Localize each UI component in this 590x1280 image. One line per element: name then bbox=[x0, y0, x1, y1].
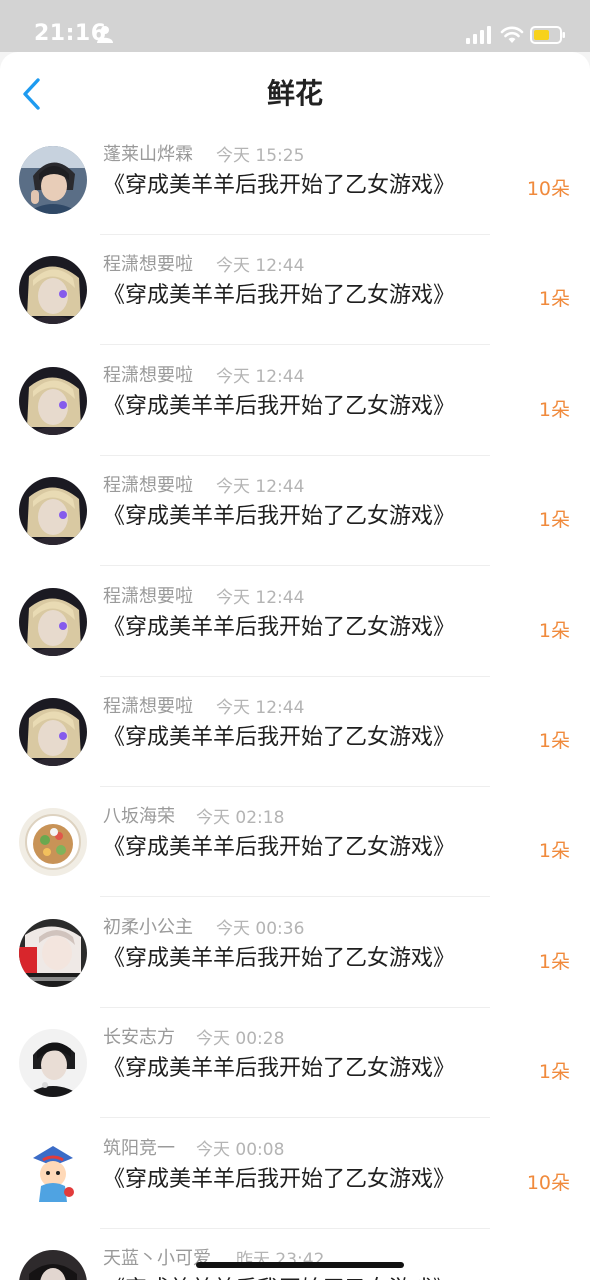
list-item[interactable]: 程潇想要啦 今天 12:44 《穿成美羊羊后我开始了乙女游戏》 1朵 bbox=[0, 346, 590, 456]
book-title[interactable]: 《穿成美羊羊后我开始了乙女游戏》 bbox=[103, 723, 455, 753]
avatar[interactable] bbox=[19, 256, 87, 325]
wifi-icon bbox=[500, 26, 524, 43]
status-bar: 21:16 bbox=[0, 0, 590, 52]
avatar[interactable] bbox=[19, 698, 87, 766]
post-time: 今天 12:44 bbox=[216, 587, 305, 608]
post-time: 今天 12:44 bbox=[216, 256, 305, 277]
post-time: 今天 15:25 bbox=[216, 146, 305, 166]
user-name[interactable]: 筑阳竞一 bbox=[103, 1138, 175, 1160]
list-item[interactable]: 程潇想要啦 今天 12:44 《穿成美羊羊后我开始了乙女游戏》 1朵 bbox=[0, 235, 590, 346]
flower-count: 10朵 bbox=[526, 1171, 570, 1194]
book-title[interactable]: 《穿成美羊羊后我开始了乙女游戏》 bbox=[103, 1275, 455, 1280]
flower-count: 1朵 bbox=[538, 950, 570, 973]
avatar[interactable] bbox=[19, 1029, 87, 1098]
list-item[interactable]: 八坂海荣 今天 02:18 《穿成美羊羊后我开始了乙女游戏》 1朵 bbox=[0, 787, 590, 898]
person-icon bbox=[97, 26, 113, 43]
book-title[interactable]: 《穿成美羊羊后我开始了乙女游戏》 bbox=[103, 833, 455, 863]
avatar[interactable] bbox=[19, 366, 87, 435]
flower-count: 1朵 bbox=[538, 398, 570, 421]
list-item[interactable]: 程潇想要啦 今天 12:44 《穿成美羊羊后我开始了乙女游戏》 1朵 bbox=[0, 456, 590, 567]
user-name[interactable]: 程潇想要啦 bbox=[103, 475, 193, 497]
user-name[interactable]: 初柔小公主 bbox=[103, 917, 193, 939]
user-name[interactable]: 程潇想要啦 bbox=[103, 696, 193, 718]
list-item[interactable]: 筑阳竞一 今天 00:08 《穿成美羊羊后我开始了乙女游戏》 10朵 bbox=[0, 1119, 590, 1229]
flower-count: 1朵 bbox=[538, 509, 570, 532]
flower-count: 1朵 bbox=[538, 288, 570, 311]
list-item[interactable]: 程潇想要啦 今天 12:44 《穿成美羊羊后我开始了乙女游戏》 1朵 bbox=[0, 567, 590, 677]
flower-count: 1朵 bbox=[538, 840, 570, 863]
book-title[interactable]: 《穿成美羊羊后我开始了乙女游戏》 bbox=[103, 613, 455, 643]
book-title[interactable]: 《穿成美羊羊后我开始了乙女游戏》 bbox=[103, 502, 455, 532]
list-item[interactable]: 长安志方 今天 00:28 《穿成美羊羊后我开始了乙女游戏》 1朵 bbox=[0, 1008, 590, 1119]
list-item[interactable]: 初柔小公主 今天 00:36 《穿成美羊羊后我开始了乙女游戏》 1朵 bbox=[0, 898, 590, 1008]
post-time: 今天 00:28 bbox=[196, 1029, 285, 1050]
flower-list: 蓬莱山烨霖 今天 15:25 《穿成美羊羊后我开始了乙女游戏》 10朵 程潇想要啦 今天… bbox=[0, 128, 590, 1280]
user-name[interactable]: 八坂海荣 bbox=[103, 806, 175, 828]
avatar[interactable] bbox=[19, 146, 87, 214]
flower-count: 10朵 bbox=[526, 178, 570, 200]
user-name[interactable]: 蓬莱山烨霖 bbox=[103, 144, 193, 166]
book-title[interactable]: 《穿成美羊羊后我开始了乙女游戏》 bbox=[103, 1165, 455, 1195]
post-time: 今天 12:44 bbox=[216, 366, 305, 387]
signal-icon bbox=[466, 26, 491, 44]
user-name[interactable]: 程潇想要啦 bbox=[103, 586, 193, 608]
battery-icon bbox=[530, 26, 565, 44]
flower-count: 1朵 bbox=[538, 1061, 570, 1084]
post-time: 今天 12:44 bbox=[216, 477, 305, 498]
flower-count: 1朵 bbox=[538, 730, 570, 752]
avatar[interactable] bbox=[19, 587, 87, 656]
post-time: 今天 12:44 bbox=[216, 698, 305, 718]
book-title[interactable]: 《穿成美羊羊后我开始了乙女游戏》 bbox=[103, 1054, 455, 1084]
avatar[interactable] bbox=[19, 1250, 87, 1280]
avatar[interactable] bbox=[19, 918, 87, 987]
avatar[interactable] bbox=[19, 1139, 87, 1208]
book-title[interactable]: 《穿成美羊羊后我开始了乙女游戏》 bbox=[103, 944, 455, 974]
home-indicator[interactable] bbox=[196, 1262, 404, 1268]
flower-count: 1朵 bbox=[538, 619, 570, 642]
book-title[interactable]: 《穿成美羊羊后我开始了乙女游戏》 bbox=[103, 281, 455, 311]
avatar[interactable] bbox=[19, 808, 87, 877]
list-item[interactable]: 程潇想要啦 今天 12:44 《穿成美羊羊后我开始了乙女游戏》 1朵 bbox=[0, 677, 590, 787]
user-name[interactable]: 长安志方 bbox=[103, 1027, 175, 1049]
post-time: 今天 02:18 bbox=[196, 808, 285, 829]
user-name[interactable]: 程潇想要啦 bbox=[103, 365, 193, 387]
list-item[interactable]: 天蓝丶小可爱昨天 23:42《穿成美羊羊后我开始了乙女游戏》1朵 bbox=[0, 1229, 590, 1280]
post-time: 今天 00:36 bbox=[216, 918, 305, 939]
post-time: 今天 00:08 bbox=[196, 1139, 285, 1160]
avatar[interactable] bbox=[19, 477, 87, 546]
book-title[interactable]: 《穿成美羊羊后我开始了乙女游戏》 bbox=[103, 171, 455, 201]
user-name[interactable]: 程潇想要啦 bbox=[103, 254, 193, 276]
book-title[interactable]: 《穿成美羊羊后我开始了乙女游戏》 bbox=[103, 392, 455, 422]
nav-bar: 鲜花 bbox=[0, 52, 590, 128]
user-name[interactable]: 天蓝丶小可爱 bbox=[103, 1248, 211, 1270]
list-item[interactable]: 蓬莱山烨霖 今天 15:25 《穿成美羊羊后我开始了乙女游戏》 10朵 bbox=[0, 128, 590, 235]
screen: 21:16 鲜花 蓬莱山烨霖 今天 15:25 《穿成美羊羊后我开始了乙女游戏》… bbox=[0, 0, 590, 1280]
page-title: 鲜花 bbox=[266, 77, 323, 110]
